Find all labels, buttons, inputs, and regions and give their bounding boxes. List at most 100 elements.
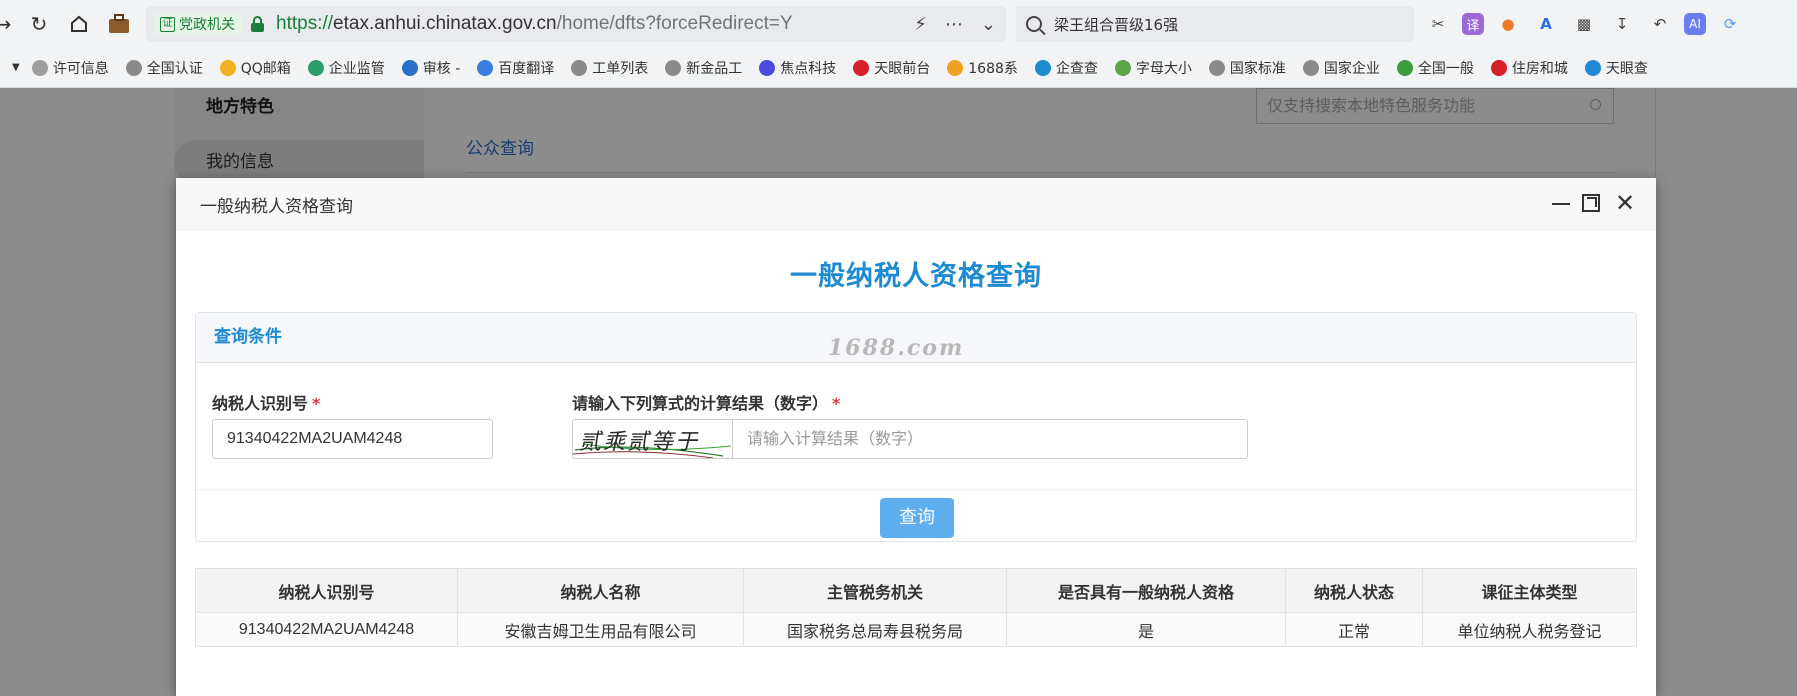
table-header-row: 纳税人识别号 纳税人名称 主管税务机关 是否具有一般纳税人资格 纳税人状态 课征… bbox=[195, 568, 1637, 613]
bookmark-favicon-icon bbox=[1208, 59, 1225, 76]
captcha-image[interactable]: 贰乘贰等于 bbox=[572, 419, 732, 459]
gov-badge: 证 党政机关 bbox=[154, 13, 241, 35]
results-table: 纳税人识别号 纳税人名称 主管税务机关 是否具有一般纳税人资格 纳税人状态 课征… bbox=[195, 568, 1637, 647]
refresh-circle-icon[interactable]: ⟳ bbox=[1716, 10, 1744, 38]
bookmarks-chevron-icon[interactable]: ▼ bbox=[12, 62, 20, 73]
query-button[interactable]: 查询 bbox=[880, 498, 954, 538]
bookmark-item[interactable]: 审核 - bbox=[401, 58, 461, 78]
bookmark-item[interactable]: 新金品工 bbox=[665, 58, 742, 78]
bookmark-item[interactable]: 百度翻译 bbox=[477, 58, 554, 78]
bookmark-favicon-icon bbox=[1584, 59, 1601, 76]
browser-search-box[interactable]: 梁王组合晋级16强 bbox=[1016, 6, 1414, 42]
taxpayer-query-dialog: 一般纳税人资格查询 ✕ 一般纳税人资格查询 查询条件 1688.com 纳税人识… bbox=[176, 178, 1656, 696]
table-cell: 安徽吉姆卫生用品有限公司 bbox=[457, 612, 744, 647]
bookmarks-bar: ▼ 许可信息 全国认证 QQ邮箱 企业监管 审核 - 百度翻译 工单列表 新金品工 焦点科技 天眼… bbox=[0, 48, 1797, 88]
bookmark-item[interactable]: 焦点科技 bbox=[759, 58, 836, 78]
chevron-down-icon[interactable]: ⌄ bbox=[981, 14, 996, 35]
table-cell: 是 bbox=[1006, 612, 1286, 647]
bookmark-favicon-icon bbox=[401, 59, 418, 76]
bookmark-label: 企查查 bbox=[1055, 60, 1098, 77]
taxpayer-id-label-text: 纳税人识别号 bbox=[212, 394, 309, 413]
bookmark-label: 国家标准 bbox=[1229, 60, 1286, 77]
url-text[interactable]: https://etax.anhui.chinatax.gov.cn/home/… bbox=[276, 13, 793, 35]
search-icon bbox=[1026, 16, 1042, 32]
table-cell: 国家税务总局寿县税务局 bbox=[743, 612, 1007, 647]
bookmark-favicon-icon bbox=[477, 59, 494, 76]
bookmark-item[interactable]: 国家企业 bbox=[1302, 58, 1380, 78]
lightning-icon[interactable]: ⚡ bbox=[914, 14, 927, 35]
more-icon[interactable]: ⋯ bbox=[945, 14, 963, 35]
bookmark-label: 国家企业 bbox=[1323, 60, 1380, 77]
taxpayer-id-input[interactable]: 91340422MA2UAM4248 bbox=[212, 419, 493, 459]
bookmark-item[interactable]: 全国认证 bbox=[125, 58, 203, 78]
bookmark-favicon-icon bbox=[571, 59, 588, 76]
column-header: 纳税人状态 bbox=[1285, 568, 1423, 613]
bookmark-favicon-icon bbox=[219, 59, 236, 76]
browser-search-text: 梁王组合晋级16强 bbox=[1054, 15, 1179, 34]
scissors-icon[interactable]: ✂ bbox=[1424, 10, 1452, 38]
ai-writing-icon[interactable]: A bbox=[1532, 10, 1560, 38]
calc-label: 请输入下列算式的计算结果（数字） * bbox=[572, 390, 840, 414]
bookmark-item[interactable]: 工单列表 bbox=[571, 58, 648, 78]
required-mark: * bbox=[312, 394, 321, 413]
bookmark-item[interactable]: 天眼查 bbox=[1584, 58, 1648, 78]
address-bar[interactable]: 证 党政机关 https://etax.anhui.chinatax.gov.c… bbox=[146, 6, 1006, 42]
undo-icon[interactable]: ↶ bbox=[1646, 10, 1674, 38]
minimize-icon[interactable] bbox=[1550, 192, 1572, 214]
briefcase-icon[interactable] bbox=[104, 9, 134, 39]
bookmark-label: 审核 - bbox=[422, 60, 461, 77]
bookmark-favicon-icon bbox=[125, 59, 142, 76]
browser-toolbar: → ↻ 证 党政机关 https://etax.anhui.chinatax.g… bbox=[0, 0, 1797, 48]
bookmark-label: 工单列表 bbox=[592, 60, 649, 77]
bookmark-item[interactable]: 许可信息 bbox=[31, 58, 109, 78]
bookmark-item[interactable]: 1688系 bbox=[947, 58, 1018, 78]
column-header: 课征主体类型 bbox=[1422, 568, 1637, 613]
gov-badge-label: 党政机关 bbox=[179, 17, 235, 33]
bookmark-label: 1688系 bbox=[968, 60, 1018, 77]
bookmark-item[interactable]: 字母大小 bbox=[1114, 58, 1192, 78]
query-conditions-panel: 查询条件 1688.com 纳税人识别号 * 91340422MA2UAM4248… bbox=[195, 312, 1637, 542]
url-scheme: https:// bbox=[276, 13, 334, 34]
bookmark-item[interactable]: 企查查 bbox=[1034, 58, 1098, 78]
bookmark-item[interactable]: 国家标准 bbox=[1208, 58, 1286, 78]
bookmark-favicon-icon bbox=[1114, 59, 1131, 76]
bookmark-label: QQ邮箱 bbox=[240, 60, 291, 77]
bookmark-favicon-icon bbox=[853, 59, 870, 76]
ai-icon[interactable]: AI bbox=[1684, 13, 1706, 35]
bookmark-label: 天眼前台 bbox=[874, 60, 931, 77]
table-cell: 91340422MA2UAM4248 bbox=[195, 612, 458, 647]
url-host: etax.anhui.chinatax.gov.cn bbox=[333, 13, 557, 34]
download-icon[interactable]: ↧ bbox=[1608, 10, 1636, 38]
certificate-icon: 证 bbox=[160, 16, 175, 32]
gamepad-icon[interactable]: ● bbox=[1494, 10, 1522, 38]
translate-icon[interactable]: 译 bbox=[1462, 13, 1484, 35]
bookmark-label: 百度翻译 bbox=[498, 60, 555, 77]
home-icon[interactable] bbox=[64, 9, 94, 39]
bookmark-favicon-icon bbox=[31, 59, 48, 76]
bookmark-item[interactable]: 企业监管 bbox=[307, 58, 385, 78]
table-row[interactable]: 91340422MA2UAM4248 安徽吉姆卫生用品有限公司 国家税务总局寿县… bbox=[195, 612, 1637, 647]
table-cell: 正常 bbox=[1285, 612, 1423, 647]
bookmark-item[interactable]: 天眼前台 bbox=[853, 58, 930, 78]
maximize-icon[interactable] bbox=[1582, 194, 1600, 212]
bookmark-label: 天眼查 bbox=[1605, 60, 1648, 77]
dialog-title: 一般纳税人资格查询 bbox=[200, 197, 353, 217]
bookmark-label: 全国认证 bbox=[146, 60, 203, 77]
close-icon[interactable]: ✕ bbox=[1614, 191, 1636, 215]
lock-icon[interactable] bbox=[251, 16, 264, 32]
required-mark: * bbox=[832, 394, 841, 413]
bookmark-item[interactable]: 全国一般 bbox=[1396, 58, 1474, 78]
url-path: /home/dfts?forceRedirect=Y bbox=[556, 13, 793, 34]
bookmark-favicon-icon bbox=[1302, 59, 1319, 76]
column-header: 纳税人名称 bbox=[457, 568, 744, 613]
reload-icon[interactable]: ↻ bbox=[24, 9, 54, 39]
puzzle-icon[interactable]: ▩ bbox=[1570, 10, 1598, 38]
bookmark-favicon-icon bbox=[759, 59, 776, 76]
calc-label-text: 请输入下列算式的计算结果（数字） bbox=[572, 394, 829, 413]
calc-result-input[interactable]: 请输入计算结果（数字） bbox=[732, 419, 1248, 459]
bookmark-item[interactable]: 住房和城 bbox=[1490, 58, 1568, 78]
bookmark-item[interactable]: QQ邮箱 bbox=[219, 58, 291, 78]
forward-icon[interactable]: → bbox=[0, 9, 18, 39]
bookmark-label: 住房和城 bbox=[1511, 60, 1568, 77]
bookmark-label: 新金品工 bbox=[686, 60, 743, 77]
